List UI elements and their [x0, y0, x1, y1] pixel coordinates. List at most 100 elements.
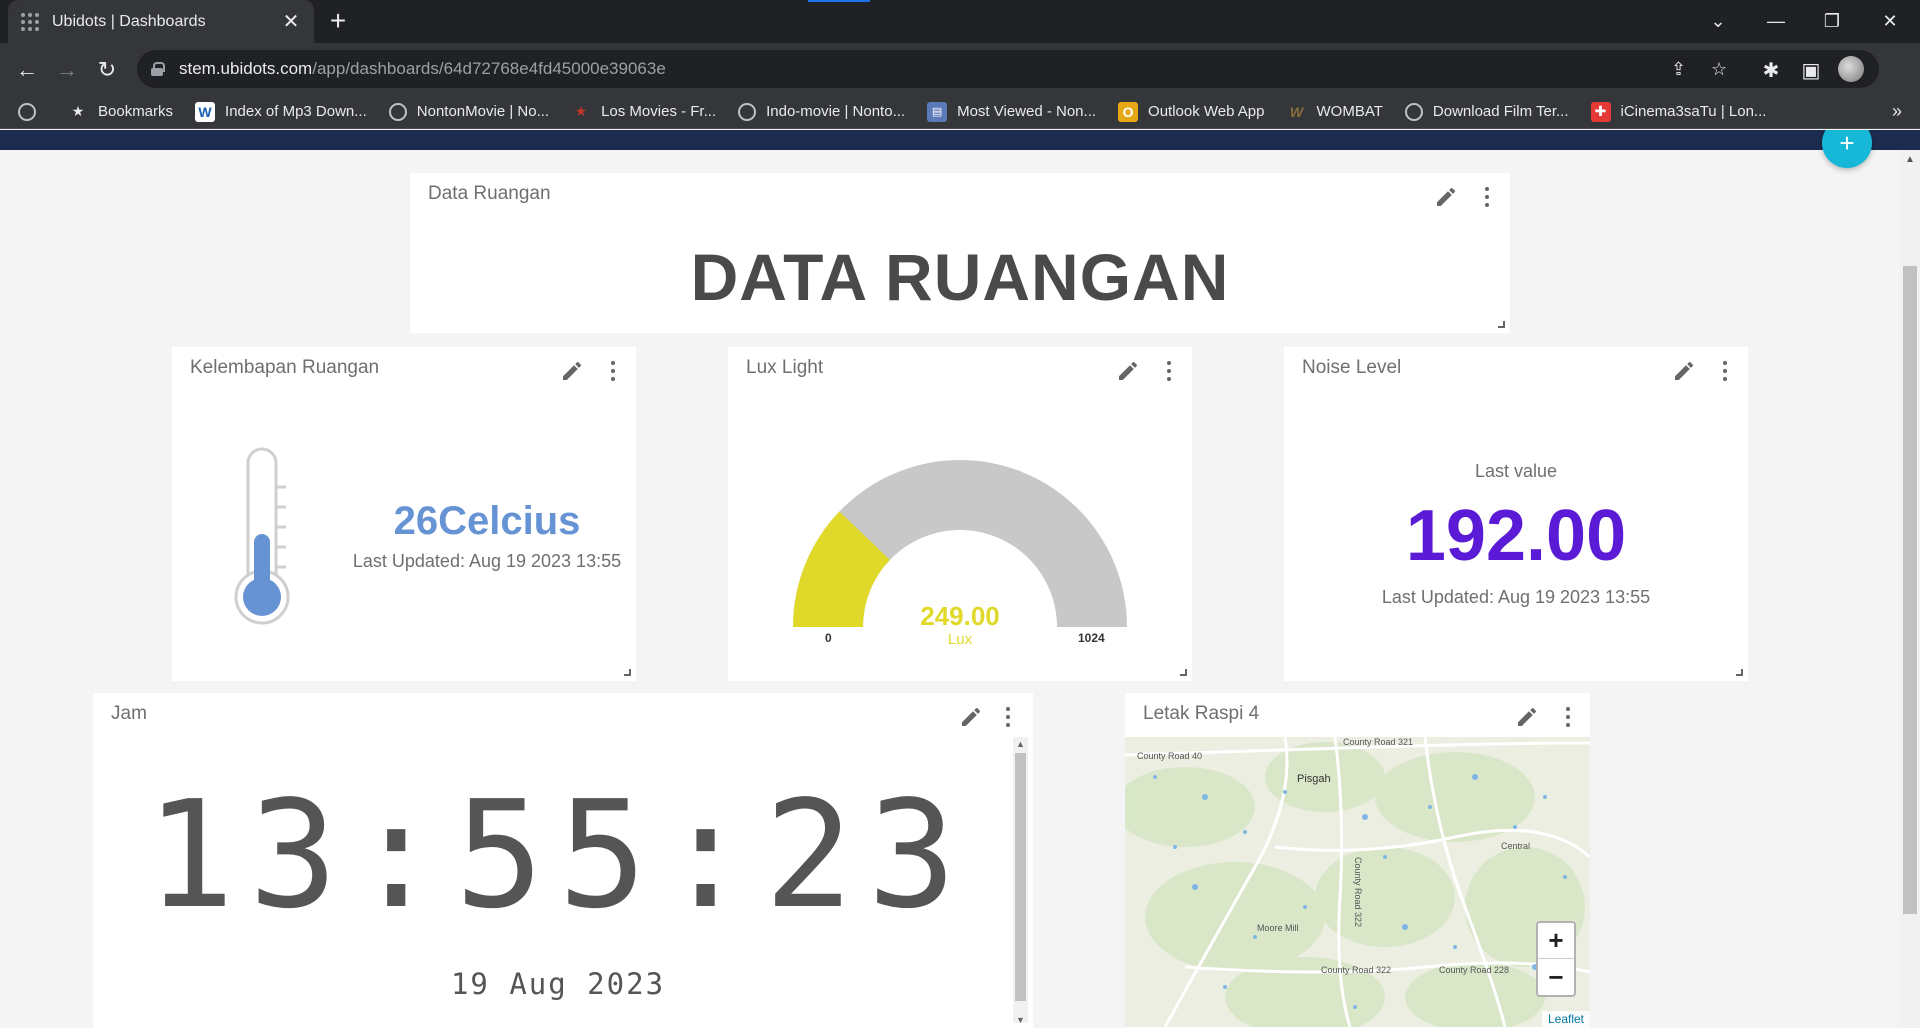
- widget-data-ruangan: Data Ruangan DATA RUANGAN: [410, 173, 1510, 333]
- scroll-down-icon[interactable]: ▼: [1016, 1015, 1025, 1025]
- map-zoom-control: + −: [1536, 921, 1576, 997]
- resize-handle-icon[interactable]: [1736, 669, 1743, 676]
- noise-value: 192.00: [1405, 496, 1627, 576]
- browser-tab-active[interactable]: Ubidots | Dashboards ✕: [8, 0, 314, 43]
- dashboard-header-bar: [0, 130, 1920, 150]
- ubidots-favicon-icon: [20, 12, 40, 32]
- pencil-edit-icon[interactable]: [959, 705, 983, 729]
- side-panel-icon[interactable]: ▣: [1796, 55, 1826, 85]
- browser-toolbar: ← → ↻ stem.ubidots.com/app/dashboards/64…: [0, 43, 1920, 95]
- map-label: County Road 322: [1353, 856, 1364, 928]
- last-updated-text: Last Updated: Aug 19 2023 13:55: [1381, 587, 1651, 607]
- bookmark-item[interactable]: ✚ iCinema3saTu | Lon...: [1590, 101, 1766, 122]
- star-icon: ★: [71, 103, 85, 119]
- tab-strip-accent: [808, 0, 870, 2]
- widget-title: Jam: [111, 703, 147, 724]
- resize-handle-icon[interactable]: [624, 669, 631, 676]
- resize-handle-icon[interactable]: [1180, 669, 1187, 676]
- page-scrollbar[interactable]: ▲: [1900, 150, 1920, 1028]
- bookmark-item[interactable]: ★ Bookmarks: [68, 102, 173, 122]
- add-widget-button[interactable]: +: [1822, 130, 1872, 168]
- widget-title: Noise Level: [1302, 357, 1402, 378]
- reload-icon[interactable]: ↻: [90, 53, 124, 87]
- film-icon: ▤: [927, 101, 948, 122]
- share-icon[interactable]: ⇪: [1671, 59, 1686, 80]
- zoom-in-plus-icon[interactable]: +: [1538, 923, 1574, 959]
- restore-icon[interactable]: ❐: [1804, 0, 1860, 43]
- map-label: County Road 40: [1137, 751, 1203, 761]
- scrollbar-thumb[interactable]: [1903, 266, 1917, 914]
- address-bar[interactable]: stem.ubidots.com/app/dashboards/64d72768…: [137, 50, 1879, 88]
- gauge-min-label: 0: [825, 631, 832, 645]
- map-view[interactable]: County Road 40 County Road 321 Pisgah Co…: [1125, 737, 1590, 1027]
- more-vertical-icon[interactable]: [1005, 707, 1011, 727]
- temperature-value: 26Celcius: [393, 499, 581, 543]
- more-vertical-icon[interactable]: [1484, 187, 1490, 207]
- back-arrow-icon[interactable]: ←: [10, 53, 44, 87]
- globe-icon: [738, 102, 757, 121]
- bookmark-item[interactable]: W WOMBAT: [1287, 102, 1383, 122]
- close-window-icon[interactable]: ✕: [1862, 0, 1918, 43]
- lock-icon[interactable]: [151, 62, 165, 76]
- dashboard-page: + Data Ruangan DATA RUANGAN Kelembapan R…: [0, 130, 1920, 1028]
- tab-close-icon[interactable]: ✕: [280, 9, 302, 34]
- resize-handle-icon[interactable]: [1498, 321, 1505, 328]
- last-updated-text: Last Updated: Aug 19 2023 13:55: [352, 551, 622, 571]
- zoom-out-minus-icon[interactable]: −: [1538, 959, 1574, 995]
- url-path: /app/dashboards/64d72768e4fd45000e39063e: [312, 59, 666, 78]
- browser-tab-bar: Ubidots | Dashboards ✕ + ⌄ — ❐ ✕: [0, 0, 1920, 43]
- outlook-icon: O: [1118, 101, 1139, 122]
- bookmarks-apps[interactable]: [18, 102, 46, 121]
- forward-arrow-icon[interactable]: →: [50, 53, 84, 87]
- bookmark-item[interactable]: ▤ Most Viewed - Non...: [927, 101, 1096, 122]
- star-film-icon: ★: [574, 103, 588, 119]
- map-label: Pisgah: [1297, 773, 1331, 785]
- more-bookmarks-chevron-icon[interactable]: »: [1892, 101, 1902, 122]
- widget-jam: Jam 13:55:23 19 Aug 2023 ▲ ▼: [93, 693, 1033, 1028]
- bookmark-item[interactable]: W Index of Mp3 Down...: [195, 101, 367, 122]
- extensions-puzzle-icon[interactable]: ✱: [1756, 55, 1786, 85]
- pencil-edit-icon[interactable]: [560, 359, 584, 383]
- widget-letak-raspi-4: Letak Raspi 4 County Road 40 County Road…: [1125, 693, 1590, 1028]
- last-value-label: Last value: [1474, 461, 1558, 481]
- map-label: Central: [1501, 841, 1531, 851]
- gauge-max-label: 1024: [1078, 631, 1105, 645]
- map-label: County Road 228: [1439, 965, 1510, 975]
- scroll-up-icon[interactable]: ▲: [1016, 739, 1025, 749]
- tab-search-chevron-icon[interactable]: ⌄: [1690, 0, 1746, 43]
- bookmark-item[interactable]: NontonMovie | No...: [388, 102, 549, 121]
- bookmark-item[interactable]: Download Film Ter...: [1404, 102, 1569, 121]
- scroll-up-icon[interactable]: ▲: [1905, 154, 1915, 165]
- widget-lux-light: Lux Light 249.00 Lux 0 1024: [728, 347, 1192, 681]
- clock-time: 13:55:23: [145, 769, 971, 941]
- thermometer-icon: [234, 447, 290, 625]
- more-vertical-icon[interactable]: [610, 361, 616, 381]
- bookmark-item[interactable]: Indo-movie | Nonto...: [738, 102, 905, 121]
- pencil-edit-icon[interactable]: [1672, 359, 1696, 383]
- bookmark-item[interactable]: O Outlook Web App: [1118, 101, 1265, 122]
- minimize-icon[interactable]: —: [1748, 0, 1804, 43]
- bookmark-star-icon[interactable]: ☆: [1711, 59, 1727, 80]
- w-icon: W: [1289, 103, 1304, 120]
- header-text: DATA RUANGAN: [690, 240, 1230, 314]
- more-vertical-icon[interactable]: [1565, 707, 1571, 727]
- cinema-icon: ✚: [1590, 101, 1611, 122]
- widget-title: Letak Raspi 4: [1143, 703, 1260, 724]
- widget-noise-level: Noise Level Last value 192.00 Last Updat…: [1284, 347, 1748, 681]
- w-icon: W: [195, 101, 216, 122]
- url-host: stem.ubidots.com: [179, 59, 313, 78]
- map-attribution-link[interactable]: Leaflet: [1541, 1011, 1590, 1027]
- pencil-edit-icon[interactable]: [1515, 705, 1539, 729]
- map-label: Moore Mill: [1257, 923, 1299, 933]
- more-vertical-icon[interactable]: [1722, 361, 1728, 381]
- bookmark-item[interactable]: ★ Los Movies - Fr...: [571, 102, 716, 122]
- widget-scrollbar[interactable]: ▲ ▼: [1013, 737, 1028, 1025]
- clock-date: 19 Aug 2023: [450, 967, 666, 1001]
- new-tab-plus-icon[interactable]: +: [322, 6, 354, 38]
- globe-icon: [1404, 102, 1423, 121]
- scrollbar-thumb[interactable]: [1015, 753, 1026, 1001]
- pencil-edit-icon[interactable]: [1434, 185, 1458, 209]
- profile-avatar[interactable]: [1838, 56, 1864, 82]
- gauge-unit: Lux: [947, 631, 973, 648]
- widget-kelembapan-ruangan: Kelembapan Ruangan 26Celcius Last Update…: [172, 347, 636, 681]
